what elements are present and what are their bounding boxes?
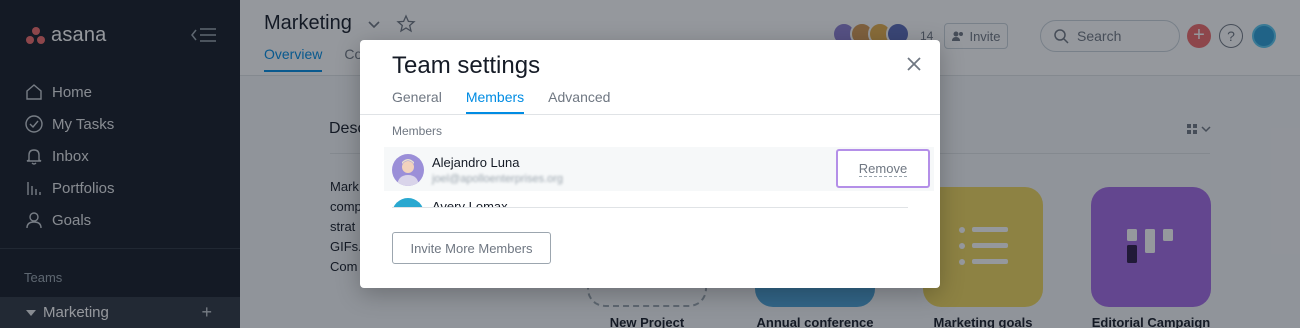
divider	[392, 207, 908, 208]
invite-more-members-button[interactable]: Invite More Members	[392, 232, 551, 264]
remove-member-button[interactable]: Remove	[836, 149, 930, 188]
dialog-tabs: General Members Advanced	[392, 89, 634, 114]
close-icon[interactable]	[906, 56, 922, 72]
member-row[interactable]: Alejandro Luna joel@apolloenterprises.or…	[384, 147, 934, 191]
team-settings-dialog: Team settings General Members Advanced M…	[360, 40, 940, 288]
tab-members[interactable]: Members	[465, 89, 525, 114]
tab-general[interactable]: General	[392, 89, 442, 114]
avatar	[392, 154, 424, 186]
tab-advanced[interactable]: Advanced	[548, 89, 610, 114]
remove-label: Remove	[858, 160, 908, 177]
members-section-label: Members	[392, 124, 443, 138]
member-email: joel@apolloenterprises.org	[432, 173, 564, 185]
dialog-title: Team settings	[392, 52, 541, 79]
divider	[360, 114, 940, 115]
person-photo-icon	[397, 159, 419, 186]
member-name: Alejandro Luna	[432, 155, 520, 170]
